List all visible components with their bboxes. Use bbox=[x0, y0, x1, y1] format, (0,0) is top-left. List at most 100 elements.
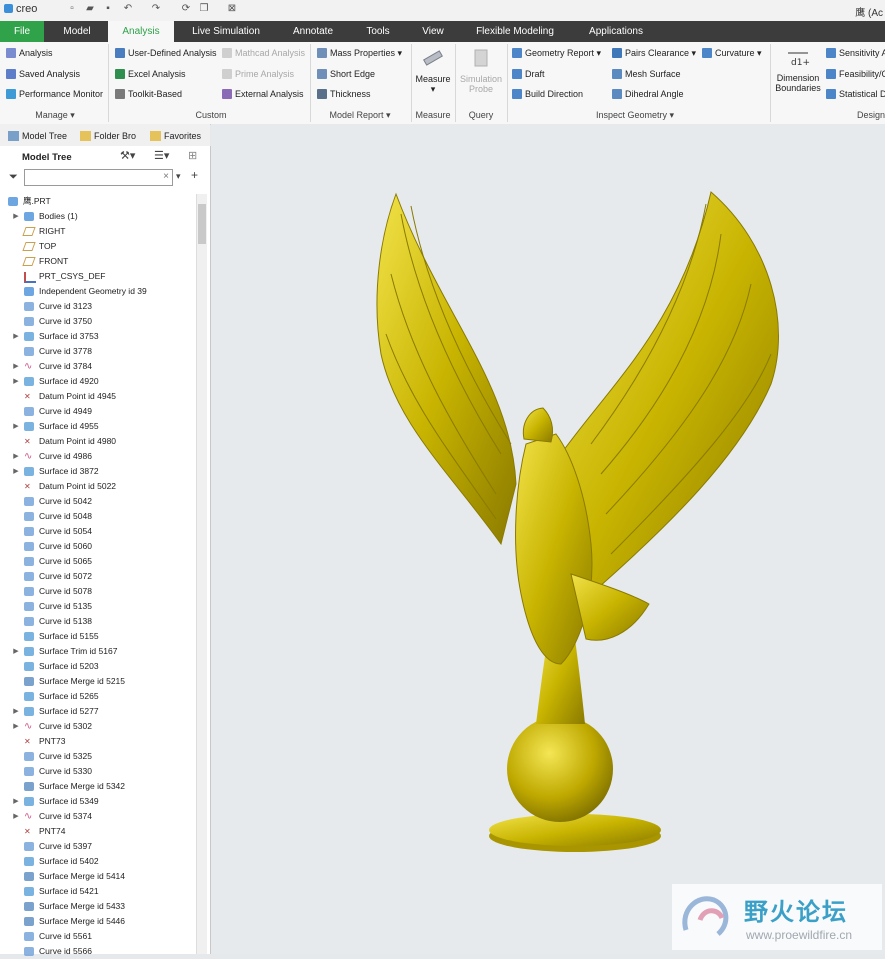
curve-feature-icon: ∿ bbox=[24, 451, 33, 462]
tree-search-input[interactable]: × bbox=[24, 169, 173, 186]
expand-arrow-icon[interactable]: ▶ bbox=[12, 449, 20, 464]
expand-arrow-icon[interactable]: ▶ bbox=[12, 209, 20, 224]
new-file-icon[interactable]: ▫ bbox=[66, 3, 78, 15]
statistical-design-button[interactable]: Statistical D bbox=[826, 86, 885, 102]
surface-merge-icon bbox=[24, 872, 34, 881]
external-analysis-button[interactable]: External Analysis bbox=[222, 86, 304, 102]
saved-analysis-button[interactable]: Saved Analysis bbox=[6, 66, 80, 82]
thickness-button[interactable]: Thickness bbox=[317, 86, 371, 102]
datum-point-icon: ✕ bbox=[24, 482, 31, 491]
user-defined-analysis-button[interactable]: User-Defined Analysis bbox=[115, 45, 217, 61]
regenerate-icon[interactable]: ⟳ bbox=[180, 3, 192, 15]
group-query: Query bbox=[468, 110, 494, 120]
group-manage[interactable]: Manage ▾ bbox=[20, 110, 90, 122]
toolkit-based-button[interactable]: Toolkit-Based bbox=[115, 86, 182, 102]
expand-arrow-icon[interactable]: ▶ bbox=[12, 359, 20, 374]
tab-applications[interactable]: Applications bbox=[574, 21, 658, 42]
tab-live-simulation[interactable]: Live Simulation bbox=[178, 21, 274, 42]
sphere-pedestal bbox=[507, 716, 613, 822]
group-measure: Measure bbox=[415, 110, 451, 120]
tree-row-label: Surface Merge id 5446 bbox=[39, 916, 125, 926]
tree-row-label: Independent Geometry id 39 bbox=[39, 286, 147, 296]
group-design: Design bbox=[856, 110, 885, 120]
curve-icon bbox=[24, 527, 34, 536]
tab-flexible-modeling[interactable]: Flexible Modeling bbox=[462, 21, 568, 42]
expand-arrow-icon[interactable]: ▶ bbox=[12, 329, 20, 344]
excel-analysis-icon bbox=[115, 69, 125, 79]
surface-icon bbox=[24, 887, 34, 896]
tree-row-label: Surface id 3872 bbox=[39, 466, 99, 476]
mesh-surface-button[interactable]: Mesh Surface bbox=[612, 66, 681, 82]
mathcad-analysis-button[interactable]: Mathcad Analysis bbox=[222, 45, 305, 61]
tree-scrollbar[interactable] bbox=[196, 194, 207, 954]
tab-tools[interactable]: Tools bbox=[352, 21, 404, 42]
prime-analysis-button[interactable]: Prime Analysis bbox=[222, 66, 294, 82]
expand-arrow-icon[interactable]: ▶ bbox=[12, 374, 20, 389]
model-tree-title: Model Tree bbox=[22, 152, 72, 163]
search-dropdown-icon[interactable]: ▾ bbox=[176, 171, 181, 182]
tab-file[interactable]: File bbox=[0, 21, 44, 42]
simulation-probe-button[interactable]: Simulation Probe bbox=[458, 46, 504, 94]
tree-row-label: Surface Trim id 5167 bbox=[39, 646, 118, 656]
expand-arrow-icon[interactable]: ▶ bbox=[12, 644, 20, 659]
sensitivity-analysis-button[interactable]: Sensitivity A bbox=[826, 45, 885, 61]
feasibility-optimization-button[interactable]: Feasibility/O bbox=[826, 66, 885, 82]
tab-model-tree[interactable]: Model Tree bbox=[8, 128, 67, 144]
tree-row-label: Curve id 5325 bbox=[39, 751, 92, 761]
tab-model[interactable]: Model bbox=[48, 21, 106, 42]
surface-merge-icon bbox=[24, 782, 34, 791]
expand-arrow-icon[interactable]: ▶ bbox=[12, 419, 20, 434]
draft-button[interactable]: Draft bbox=[512, 66, 545, 82]
geometry-report-button[interactable]: Geometry Report ▾ bbox=[512, 45, 601, 61]
build-direction-button[interactable]: Build Direction bbox=[512, 86, 583, 102]
tab-view[interactable]: View bbox=[410, 21, 456, 42]
tab-annotate[interactable]: Annotate bbox=[280, 21, 346, 42]
expand-arrow-icon[interactable]: ▶ bbox=[12, 719, 20, 734]
proewildfire-watermark: 野火论坛 www.proewildfire.cn bbox=[672, 884, 882, 950]
clear-search-icon[interactable]: × bbox=[163, 171, 169, 182]
ribbon-separator bbox=[108, 44, 109, 122]
graphics-viewport[interactable] bbox=[211, 124, 885, 954]
filter-icon[interactable]: ⏷ bbox=[9, 171, 18, 184]
redo-icon[interactable]: ↷ bbox=[150, 3, 162, 15]
tree-filter-grid-icon[interactable]: ⊞ bbox=[188, 149, 197, 162]
eagle-model-render[interactable] bbox=[211, 124, 885, 954]
tree-row-label: Surface Merge id 5414 bbox=[39, 871, 125, 881]
group-model-report[interactable]: Model Report ▾ bbox=[320, 110, 400, 122]
tab-folder-browser[interactable]: Folder Bro bbox=[80, 128, 136, 144]
analysis-button[interactable]: Analysis bbox=[6, 45, 53, 61]
save-icon[interactable]: ▪ bbox=[102, 3, 114, 15]
group-inspect-geometry[interactable]: Inspect Geometry ▾ bbox=[580, 110, 690, 122]
expand-arrow-icon[interactable]: ▶ bbox=[12, 794, 20, 809]
tree-row-label: Curve id 4949 bbox=[39, 406, 92, 416]
close-window-icon[interactable]: ⊠ bbox=[226, 3, 238, 15]
performance-monitor-button[interactable]: Performance Monitor bbox=[6, 86, 103, 102]
short-edge-button[interactable]: Short Edge bbox=[317, 66, 375, 82]
tab-analysis[interactable]: Analysis bbox=[108, 21, 174, 42]
tree-settings-icon[interactable]: ⚒▾ bbox=[120, 149, 135, 162]
ribbon-separator bbox=[507, 44, 508, 122]
curvature-button[interactable]: Curvature ▾ bbox=[702, 45, 762, 61]
mass-properties-button[interactable]: Mass Properties ▾ bbox=[317, 45, 402, 61]
measure-button[interactable]: Measure ▾ bbox=[414, 46, 452, 95]
tree-show-icon[interactable]: ☰▾ bbox=[154, 149, 169, 162]
tree-row-label: Datum Point id 4980 bbox=[39, 436, 117, 446]
expand-arrow-icon[interactable]: ▶ bbox=[12, 704, 20, 719]
expand-arrow-icon[interactable]: ▶ bbox=[12, 809, 20, 824]
tree-scrollbar-thumb[interactable] bbox=[198, 204, 206, 244]
surface-icon bbox=[24, 662, 34, 671]
ribbon-separator bbox=[455, 44, 456, 122]
eagle-head bbox=[522, 407, 554, 443]
tree-row-label: Curve id 5566 bbox=[39, 946, 92, 956]
add-filter-icon[interactable]: + bbox=[191, 168, 198, 182]
excel-analysis-button[interactable]: Excel Analysis bbox=[115, 66, 186, 82]
tree-row-label: TOP bbox=[39, 241, 57, 251]
tab-favorites[interactable]: Favorites bbox=[150, 128, 201, 144]
dimension-boundaries-button[interactable]: d1+ Dimension Boundaries bbox=[773, 45, 823, 93]
dihedral-angle-button[interactable]: Dihedral Angle bbox=[612, 86, 684, 102]
expand-arrow-icon[interactable]: ▶ bbox=[12, 464, 20, 479]
pairs-clearance-button[interactable]: Pairs Clearance ▾ bbox=[612, 45, 696, 61]
undo-icon[interactable]: ↶ bbox=[122, 3, 134, 15]
windows-icon[interactable]: ❐ bbox=[198, 3, 210, 15]
open-folder-icon[interactable]: ▰ bbox=[84, 3, 96, 15]
